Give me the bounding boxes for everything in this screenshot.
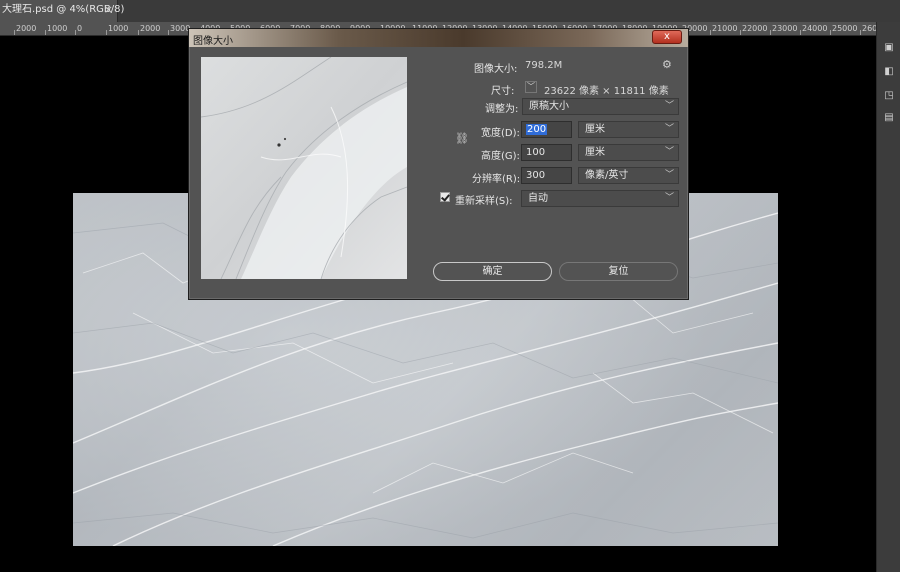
ruler-tick-label: 0 xyxy=(77,24,83,33)
tab-bar: 大理石.psd @ 4%(RGB/8) × xyxy=(0,0,900,22)
width-label: 宽度(D): xyxy=(481,128,520,139)
height-value: 100 xyxy=(526,147,546,158)
ruler-tick-mark xyxy=(45,30,46,35)
chevron-down-icon: ﹀ xyxy=(664,101,674,111)
image-size-dialog: 图像大小 x ⚙ 图像大小: 798.2M 尺寸: ﹀ 23622 像素 × 1… xyxy=(188,28,689,300)
ruler-tick-mark xyxy=(740,30,741,35)
resolution-unit-select[interactable]: 像素/英寸 ﹀ xyxy=(578,167,679,184)
ruler-tick-mark xyxy=(138,30,139,35)
resolution-label: 分辨率(R): xyxy=(472,174,521,185)
ruler-tick-label: 25000 xyxy=(832,24,858,33)
ruler-tick-mark xyxy=(106,30,107,35)
height-label: 高度(G): xyxy=(481,151,520,162)
ruler-tick-label: 1000 xyxy=(47,24,68,33)
ruler-tick-mark xyxy=(14,30,15,35)
dimensions-value: 23622 像素 × 11811 像素 xyxy=(544,86,669,97)
ruler-tick-mark xyxy=(860,30,861,35)
ruler-tick-mark xyxy=(75,30,76,35)
dimensions-toggle-icon[interactable]: ﹀ xyxy=(525,81,537,93)
ruler-tick-mark xyxy=(830,30,831,35)
chevron-down-icon: ﹀ xyxy=(664,124,674,134)
ruler-tick-label: 21000 xyxy=(712,24,738,33)
chevron-down-icon: ﹀ xyxy=(664,193,674,203)
height-unit: 厘米 xyxy=(585,147,605,158)
preview-marble xyxy=(201,57,407,279)
dialog-title: 图像大小 xyxy=(193,36,233,47)
panel-expand-icon[interactable]: ◳ xyxy=(883,90,895,102)
ruler-tick-mark xyxy=(710,30,711,35)
image-size-value: 798.2M xyxy=(525,60,563,71)
ruler-tick-label: 23000 xyxy=(772,24,798,33)
properties-icon[interactable]: ▣ xyxy=(883,42,895,54)
reset-button[interactable]: 复位 xyxy=(559,262,678,281)
close-icon[interactable]: × xyxy=(104,0,113,20)
resolution-input[interactable]: 300 xyxy=(521,167,572,184)
chevron-down-icon: ﹀ xyxy=(664,170,674,180)
fit-to-value: 原稿大小 xyxy=(529,101,569,112)
layers-icon[interactable]: ▤ xyxy=(883,112,895,124)
ruler-tick-label: 26000 xyxy=(862,24,876,33)
height-unit-select[interactable]: 厘米 ﹀ xyxy=(578,144,679,161)
resolution-value: 300 xyxy=(526,170,546,181)
dialog-titlebar[interactable]: 图像大小 x xyxy=(189,29,688,47)
image-size-label: 图像大小: xyxy=(474,64,518,75)
history-icon[interactable]: ◧ xyxy=(883,66,895,78)
dimensions-label: 尺寸: xyxy=(491,86,515,97)
image-preview[interactable] xyxy=(201,57,407,279)
fit-to-select[interactable]: 原稿大小 ﹀ xyxy=(522,98,679,115)
ruler-tick-label: 22000 xyxy=(742,24,768,33)
ruler-tick-label: 2000 xyxy=(140,24,161,33)
gear-icon[interactable]: ⚙ xyxy=(662,58,672,71)
width-unit: 厘米 xyxy=(585,124,605,135)
ruler-tick-mark xyxy=(168,30,169,35)
resample-label: 重新采样(S): xyxy=(455,196,513,207)
document-tab[interactable]: 大理石.psd @ 4%(RGB/8) × xyxy=(0,0,124,22)
resample-value: 自动 xyxy=(528,193,548,204)
width-input[interactable]: 200 xyxy=(521,121,572,138)
right-panel-strip: ▣ ◧ ◳ ▤ xyxy=(876,22,900,572)
ruler-tick-mark xyxy=(770,30,771,35)
link-icon[interactable]: ⛓ xyxy=(455,132,469,146)
ruler-tick-label: 24000 xyxy=(802,24,828,33)
height-input[interactable]: 100 xyxy=(521,144,572,161)
resample-select[interactable]: 自动 ﹀ xyxy=(521,190,679,207)
width-value: 200 xyxy=(526,124,548,135)
resolution-unit: 像素/英寸 xyxy=(585,170,629,181)
width-unit-select[interactable]: 厘米 ﹀ xyxy=(578,121,679,138)
ruler-tick-label: 1000 xyxy=(108,24,129,33)
ruler-tick-label: 2000 xyxy=(16,24,37,33)
ruler-tick-mark xyxy=(800,30,801,35)
dialog-close-button[interactable]: x xyxy=(652,30,682,44)
resample-checkbox[interactable] xyxy=(440,192,450,202)
ok-button[interactable]: 确定 xyxy=(433,262,552,281)
chevron-down-icon: ﹀ xyxy=(664,147,674,157)
fit-to-label: 调整为: xyxy=(485,104,519,115)
